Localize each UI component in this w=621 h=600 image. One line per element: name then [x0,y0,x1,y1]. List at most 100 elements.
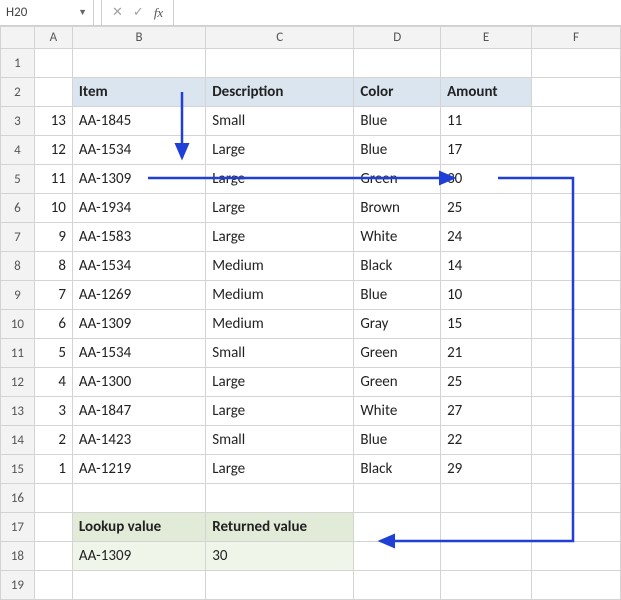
cell[interactable]: Large [206,136,354,165]
row-header[interactable]: 10 [1,310,35,339]
col-header[interactable]: C [206,27,354,49]
accept-icon[interactable]: ✓ [133,5,144,20]
cell[interactable]: Black [354,455,441,484]
cell[interactable] [532,136,621,165]
cell[interactable] [354,542,441,571]
col-header[interactable]: B [72,27,205,49]
cell[interactable]: 17 [441,136,532,165]
cell[interactable] [532,571,621,600]
cell[interactable]: 27 [441,397,532,426]
cell[interactable]: Medium [206,310,354,339]
cell[interactable]: AA-1219 [72,455,205,484]
cell[interactable] [532,78,621,107]
cell[interactable] [34,513,72,542]
cell[interactable] [532,397,621,426]
cell[interactable]: Green [354,339,441,368]
cell[interactable] [206,49,354,78]
col-header[interactable]: D [354,27,441,49]
table-header-color[interactable]: Color [354,78,441,107]
cell[interactable]: AA-1534 [72,339,205,368]
formula-input[interactable] [174,0,621,25]
cell[interactable]: Large [206,165,354,194]
cell[interactable]: 30 [441,165,532,194]
row-header[interactable]: 13 [1,397,35,426]
cell[interactable] [206,571,354,600]
cell[interactable] [206,484,354,513]
cell[interactable] [354,513,441,542]
table-header-description[interactable]: Description [206,78,354,107]
lookup-header[interactable]: Lookup value [72,513,205,542]
cell[interactable] [532,281,621,310]
cell[interactable]: 10 [441,281,532,310]
cell[interactable]: AA-1423 [72,426,205,455]
cell[interactable]: Blue [354,281,441,310]
cell[interactable] [532,194,621,223]
cell[interactable] [72,49,205,78]
row-header[interactable]: 4 [1,136,35,165]
cell[interactable]: AA-1534 [72,136,205,165]
cell[interactable]: Large [206,368,354,397]
cell[interactable]: 15 [441,310,532,339]
table-header-item[interactable]: Item [72,78,205,107]
cell[interactable]: 10 [34,194,72,223]
cell[interactable]: AA-1269 [72,281,205,310]
cell[interactable]: Green [354,368,441,397]
cell[interactable] [532,310,621,339]
row-header[interactable]: 5 [1,165,35,194]
chevron-down-icon[interactable]: ▼ [78,7,87,18]
cell[interactable] [532,339,621,368]
cell[interactable]: Blue [354,107,441,136]
cell[interactable] [441,484,532,513]
cell[interactable] [532,426,621,455]
row-header[interactable]: 11 [1,339,35,368]
row-header[interactable]: 9 [1,281,35,310]
return-value-cell[interactable]: 30 [206,542,354,571]
row-header[interactable]: 3 [1,107,35,136]
return-header[interactable]: Returned value [206,513,354,542]
cell[interactable]: Green [354,165,441,194]
spreadsheet-grid[interactable]: A B C D E F 1 2 Item Description Color A… [0,26,621,600]
table-header-amount[interactable]: Amount [441,78,532,107]
row-header[interactable]: 12 [1,368,35,397]
cell[interactable]: 13 [34,107,72,136]
cell[interactable] [34,571,72,600]
row-header[interactable]: 8 [1,252,35,281]
cell[interactable] [532,223,621,252]
cell[interactable]: 3 [34,397,72,426]
cell[interactable]: AA-1534 [72,252,205,281]
cell[interactable]: 29 [441,455,532,484]
cell[interactable]: White [354,223,441,252]
cell[interactable] [354,49,441,78]
cell[interactable]: 9 [34,223,72,252]
cancel-icon[interactable]: ✕ [112,5,123,20]
cell[interactable]: Medium [206,281,354,310]
cell[interactable] [532,252,621,281]
cell[interactable]: AA-1845 [72,107,205,136]
cell[interactable]: Brown [354,194,441,223]
cell[interactable] [441,513,532,542]
cell[interactable] [532,368,621,397]
col-header[interactable]: F [532,27,621,49]
cell[interactable]: 22 [441,426,532,455]
cell[interactable] [72,571,205,600]
cell[interactable]: 25 [441,368,532,397]
cell[interactable] [354,484,441,513]
row-header[interactable]: 6 [1,194,35,223]
cell[interactable] [441,542,532,571]
cell[interactable]: Blue [354,426,441,455]
cell[interactable] [532,107,621,136]
cell[interactable]: 21 [441,339,532,368]
cell[interactable]: Medium [206,252,354,281]
row-header[interactable]: 19 [1,571,35,600]
cell[interactable]: AA-1309 [72,165,205,194]
cell[interactable] [34,78,72,107]
cell[interactable] [532,513,621,542]
cell[interactable] [532,165,621,194]
col-header[interactable]: A [34,27,72,49]
cell[interactable]: 2 [34,426,72,455]
cell[interactable]: 8 [34,252,72,281]
cell[interactable]: 25 [441,194,532,223]
cell[interactable]: AA-1583 [72,223,205,252]
cell[interactable]: 6 [34,310,72,339]
cell[interactable]: Large [206,194,354,223]
